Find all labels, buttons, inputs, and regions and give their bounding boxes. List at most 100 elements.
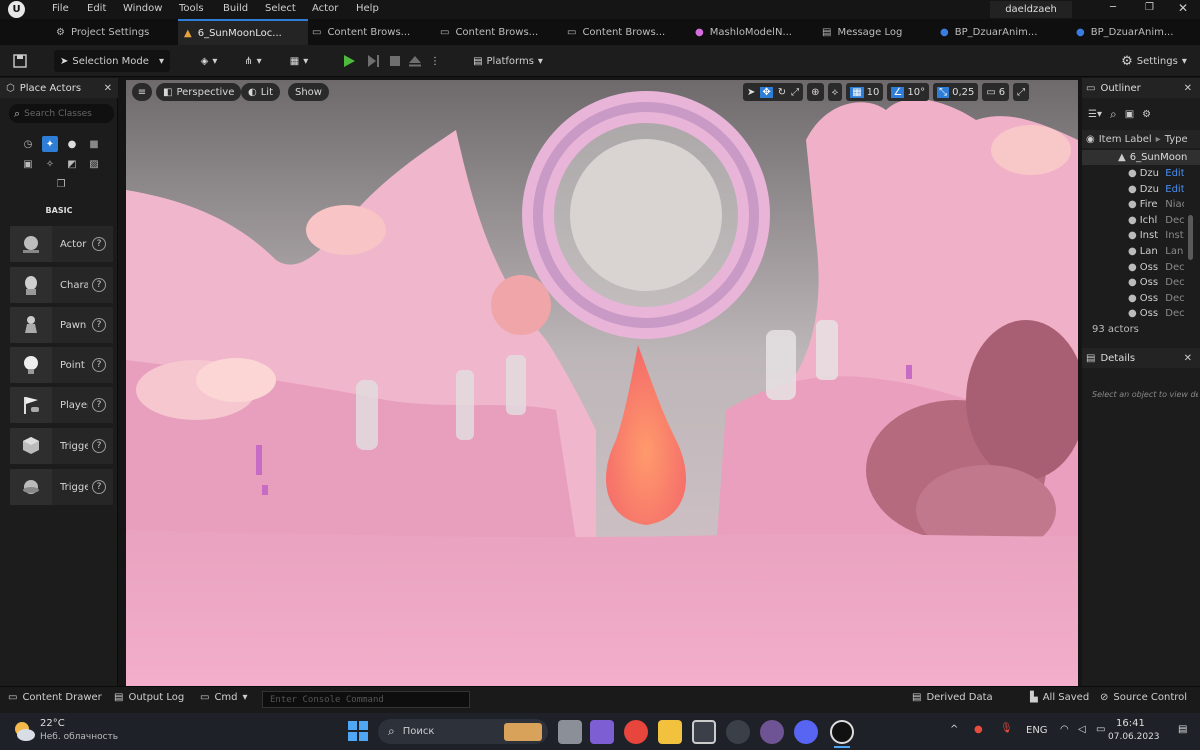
help-icon[interactable]: ? [92, 439, 106, 453]
tab-message-log[interactable]: ▤ Message Log [822, 19, 932, 45]
move-icon[interactable]: ✥ [760, 86, 773, 98]
outliner-row[interactable]: ● Oss Dec [1084, 291, 1184, 306]
menu-window[interactable]: Window [123, 3, 162, 14]
weather-icon[interactable] [12, 719, 36, 743]
battery-icon[interactable]: ▭ [1096, 724, 1105, 735]
clock-date[interactable]: 07.06.2023 [1108, 732, 1160, 742]
clock-time[interactable]: 16:41 [1116, 718, 1145, 729]
tab-project-settings[interactable]: ⚙ Project Settings [56, 19, 174, 45]
unreal-engine-icon[interactable] [830, 720, 854, 744]
close-window-icon[interactable]: ✕ [1178, 1, 1188, 15]
tab-model[interactable]: ● MashloModelN... [695, 19, 815, 45]
help-icon[interactable]: ? [92, 318, 106, 332]
scale-snap-control[interactable]: ⤡ 0,25 [933, 83, 979, 101]
menu-select[interactable]: Select [265, 3, 296, 14]
actor-item-point-light[interactable]: Point l ? [10, 347, 113, 383]
play-options-button[interactable]: ⋮ [428, 50, 442, 72]
maximize-icon[interactable]: ❐ [1145, 2, 1154, 13]
help-icon[interactable]: ? [92, 398, 106, 412]
scale-icon[interactable]: ⤢ [791, 87, 799, 98]
menu-build[interactable]: Build [223, 3, 248, 14]
wifi-icon[interactable]: ◠ [1060, 724, 1069, 735]
user-badge[interactable]: daeldzaeh [990, 1, 1072, 18]
selection-mode-dropdown[interactable]: ➤ Selection Mode ▾ [54, 50, 170, 72]
help-icon[interactable]: ? [92, 358, 106, 372]
lit-button[interactable]: ◐ Lit [241, 83, 281, 101]
visual-effects-icon[interactable]: ✧ [42, 156, 58, 172]
source-control-button[interactable]: ⊘ Source Control [1100, 692, 1187, 703]
taskbar-search[interactable]: ⌕ Поиск [378, 719, 548, 744]
cmd-dropdown[interactable]: ▭ Cmd ▾ [200, 692, 248, 703]
close-icon[interactable]: ✕ [1184, 353, 1192, 364]
minimize-icon[interactable]: ─ [1110, 2, 1116, 13]
menu-edit[interactable]: Edit [87, 3, 106, 14]
output-log-button[interactable]: ▤ Output Log [114, 692, 184, 703]
basic-category-icon[interactable]: ✦ [42, 136, 58, 152]
outliner-row[interactable]: ●Fire Niac [1084, 197, 1184, 212]
outliner-row[interactable]: ● Lan Lan [1084, 244, 1184, 259]
volume-icon[interactable]: ◁ [1078, 724, 1086, 735]
perspective-button[interactable]: ◧ Perspective [156, 83, 242, 101]
menu-help[interactable]: Help [356, 3, 379, 14]
file-explorer-icon[interactable] [658, 720, 682, 744]
outliner-row[interactable]: ● Oss Dec [1084, 306, 1184, 321]
outliner-row[interactable]: ● Oss Dec [1084, 275, 1184, 290]
derived-data-button[interactable]: ▤ Derived Data [912, 692, 993, 703]
close-icon[interactable]: ✕ [104, 83, 112, 94]
grid-snap-control[interactable]: ▦ 10 [846, 83, 884, 101]
github-desktop-icon[interactable] [760, 720, 784, 744]
outliner-row[interactable]: ● Inst Inst [1084, 228, 1184, 243]
language-indicator[interactable]: ENG [1026, 725, 1048, 736]
volumes-icon[interactable]: ◩ [64, 156, 80, 172]
blueprint-button[interactable]: ⋔ ▾ [236, 50, 270, 72]
teams-chat-icon[interactable] [590, 720, 614, 744]
notifications-icon[interactable]: ▤ [1178, 724, 1187, 735]
camera-speed-control[interactable]: ▭ 6 [982, 83, 1010, 101]
content-drawer-button[interactable]: ▭ Content Drawer [8, 692, 102, 703]
tab-content-browser-1[interactable]: ▭ Content Brows... [312, 19, 432, 45]
viewport-menu-button[interactable]: ≡ [132, 83, 152, 101]
outliner-row[interactable]: ● Dzu Edit [1084, 182, 1184, 197]
gear-icon[interactable]: ⚙ [1142, 109, 1151, 120]
select-cursor-icon[interactable]: ➤ [747, 87, 755, 98]
cinematic-icon[interactable]: ▣ [20, 156, 36, 172]
eject-button[interactable] [406, 50, 424, 72]
tab-level[interactable]: ▲ 6_SunMoonLoc... [178, 19, 308, 45]
help-icon[interactable]: ? [92, 237, 106, 251]
recent-icon[interactable]: ◷ [20, 136, 36, 152]
actor-item-trigger-box[interactable]: Trigge ? [10, 428, 113, 464]
world-space-icon[interactable]: ⊕ [811, 87, 819, 98]
unreal-logo-icon[interactable]: U [8, 1, 25, 18]
outliner-root-row[interactable]: ▲ 6_SunMoon [1082, 150, 1200, 165]
search-icon[interactable]: ⌕ [1110, 107, 1117, 122]
actor-item-player-start[interactable]: Player ? [10, 387, 113, 423]
platforms-button[interactable]: ▤ Platforms ▾ [468, 50, 548, 72]
help-icon[interactable]: ? [92, 278, 106, 292]
level-viewport[interactable]: ≡ ◧Perspective ◐Lit Show ➤ ✥ ↻ ⤢ ⊕ ⟡ ▦ [126, 80, 1078, 686]
all-saved-button[interactable]: ▙ All Saved [1030, 692, 1089, 703]
column-item-label[interactable]: Item Label [1099, 134, 1152, 145]
save-icon[interactable] [10, 50, 30, 72]
all-classes-icon[interactable]: ▨ [86, 156, 102, 172]
chevron-up-icon[interactable]: ^ [950, 724, 958, 735]
stack-icon[interactable]: ❐ [53, 176, 69, 192]
actor-item-trigger-sphere[interactable]: Trigge ? [10, 469, 113, 505]
tab-content-browser-2[interactable]: ▭ Content Brows... [440, 19, 560, 45]
microphone-icon[interactable]: 🎙 [1000, 723, 1013, 734]
settings-button[interactable]: ⚙ Settings ▾ [1114, 50, 1194, 72]
rotate-icon[interactable]: ↻ [778, 87, 786, 98]
outliner-row[interactable]: ● Dzu Edit [1084, 166, 1184, 181]
surface-snap-icon[interactable]: ⟡ [832, 87, 839, 98]
lights-icon[interactable]: ● [64, 136, 80, 152]
unity-hub-icon[interactable] [726, 720, 750, 744]
maximize-viewport-button[interactable]: ⤢ [1013, 83, 1030, 101]
play-button[interactable] [340, 50, 358, 72]
console-command-input[interactable]: Enter Console Command [262, 691, 470, 708]
discord-icon[interactable] [794, 720, 818, 744]
filter-icon[interactable]: ☰▾ [1088, 109, 1102, 120]
tab-blueprint-1[interactable]: ● BP_DzuarAnim... [940, 19, 1068, 45]
visibility-icon[interactable]: ◉ [1086, 134, 1095, 145]
actor-item-pawn[interactable]: Pawn ? [10, 307, 113, 343]
tab-content-browser-3[interactable]: ▭ Content Brows... [567, 19, 687, 45]
outliner-scrollbar[interactable] [1188, 215, 1193, 260]
